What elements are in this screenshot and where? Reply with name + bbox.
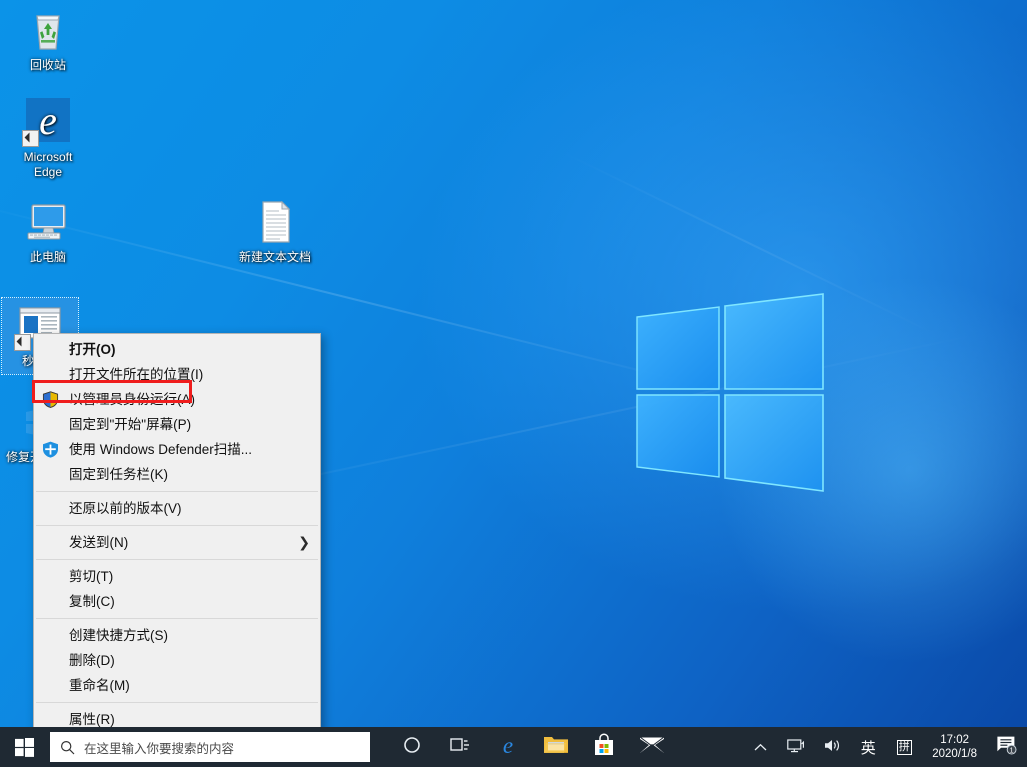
windows-start-icon [15,738,34,757]
menu-separator [36,491,318,492]
start-button[interactable] [0,727,48,767]
menu-open[interactable]: 打开(O) [34,337,320,362]
show-hidden-icons-button[interactable] [742,727,778,767]
menu-item-label: 打开文件所在的位置(I) [69,367,203,382]
clock-button[interactable]: 17:02 2020/1/8 [922,727,987,767]
uac-shield-icon [42,391,59,408]
menu-separator [36,559,318,560]
windows-hero-logo [635,285,825,513]
network-button[interactable] [778,727,814,767]
menu-item-label: 使用 Windows Defender扫描... [69,442,252,457]
desktop-icon-recycle-bin[interactable]: 回收站 [8,6,88,73]
folder-icon [543,734,569,761]
svg-text:e: e [503,733,513,757]
wallpaper-streak [560,150,938,336]
mail-button[interactable] [628,727,676,767]
menu-restore-previous-versions[interactable]: 还原以前的版本(V) [34,496,320,521]
shortcut-arrow-icon [14,334,31,351]
menu-item-label: 发送到(N) [69,535,128,550]
menu-pin-to-start[interactable]: 固定到"开始"屏幕(P) [34,412,320,437]
recycle-bin-icon [24,6,72,54]
menu-create-shortcut[interactable]: 创建快捷方式(S) [34,623,320,648]
cortana-circle-icon [403,736,421,759]
action-center-button[interactable]: 1 [987,727,1027,767]
desktop-icon-label: 回收站 [30,58,66,72]
desktop-icon-label: 此电脑 [30,250,66,264]
menu-item-label: 以管理员身份运行(A) [69,392,195,407]
menu-item-label: 固定到"开始"屏幕(P) [69,417,191,432]
menu-scan-with-windows-defender[interactable]: 使用 Windows Defender扫描... [34,437,320,462]
search-placeholder: 在这里输入你要搜索的内容 [84,738,234,757]
menu-separator [36,618,318,619]
file-explorer-button[interactable] [532,727,580,767]
ime-language-button[interactable]: 英 [850,727,886,767]
menu-item-label: 创建快捷方式(S) [69,628,168,643]
menu-item-label: 复制(C) [69,594,115,609]
svg-text:e: e [39,98,57,143]
menu-cut[interactable]: 剪切(T) [34,564,320,589]
menu-item-label: 剪切(T) [69,569,113,584]
svg-text:1: 1 [1010,747,1014,754]
desktop-icon-new-text-document[interactable]: 新建文本文档 [235,198,315,265]
edge-icon: e [24,98,72,146]
desktop-icon-label: Microsoft Edge [24,150,73,179]
desktop-shortcut-context-menu[interactable]: 打开(O) 打开文件所在的位置(I) 以管理员身份运行(A) 固定到"开始"屏幕… [33,333,321,736]
desktop-icon-microsoft-edge[interactable]: e Microsoft Edge [8,98,88,180]
store-bag-icon [593,733,615,762]
menu-item-label: 固定到任务栏(K) [69,467,168,482]
system-tray: 英 拼 17:02 2020/1/8 [742,727,1027,767]
menu-send-to[interactable]: 发送到(N) ❯ [34,530,320,555]
search-icon [50,740,84,755]
chevron-right-icon: ❯ [298,530,310,555]
shortcut-arrow-icon [22,130,39,147]
speaker-icon [824,738,841,756]
volume-button[interactable] [814,727,850,767]
windows-desktop: 回收站 e Microsoft Edge [0,0,1027,767]
mail-envelope-icon [639,735,665,760]
menu-open-file-location[interactable]: 打开文件所在的位置(I) [34,362,320,387]
menu-item-label: 还原以前的版本(V) [69,501,182,516]
network-monitor-icon [787,738,805,757]
clock-time: 17:02 [940,733,969,747]
menu-separator [36,702,318,703]
cortana-button[interactable] [388,727,436,767]
menu-item-label: 删除(D) [69,653,115,668]
ime-mode-label: 拼 [897,740,912,755]
clock-date: 2020/1/8 [932,747,977,761]
search-input[interactable]: 在这里输入你要搜索的内容 [50,732,370,762]
menu-pin-to-taskbar[interactable]: 固定到任务栏(K) [34,462,320,487]
task-view-button[interactable] [436,727,484,767]
menu-copy[interactable]: 复制(C) [34,589,320,614]
menu-separator [36,525,318,526]
desktop-icon-this-pc[interactable]: 此电脑 [8,198,88,265]
edge-icon: e [496,733,520,762]
menu-item-label: 重命名(M) [69,678,130,693]
chevron-up-icon [754,740,767,755]
menu-item-label: 打开(O) [69,342,116,357]
microsoft-store-button[interactable] [580,727,628,767]
ime-language-label: 英 [861,737,876,758]
defender-shield-icon [42,441,59,458]
desktop-icon-label: 新建文本文档 [239,250,311,264]
text-document-icon [251,198,299,246]
ime-mode-button[interactable]: 拼 [886,727,922,767]
notification-icon: 1 [996,735,1018,760]
taskbar: 在这里输入你要搜索的内容 e [0,727,1027,767]
menu-run-as-administrator[interactable]: 以管理员身份运行(A) [34,387,320,412]
task-view-icon [450,736,470,759]
menu-item-label: 属性(R) [69,712,115,727]
this-pc-icon [24,198,72,246]
wallpaper-glow [700,260,1027,680]
menu-rename[interactable]: 重命名(M) [34,673,320,698]
edge-taskbar-button[interactable]: e [484,727,532,767]
menu-delete[interactable]: 删除(D) [34,648,320,673]
